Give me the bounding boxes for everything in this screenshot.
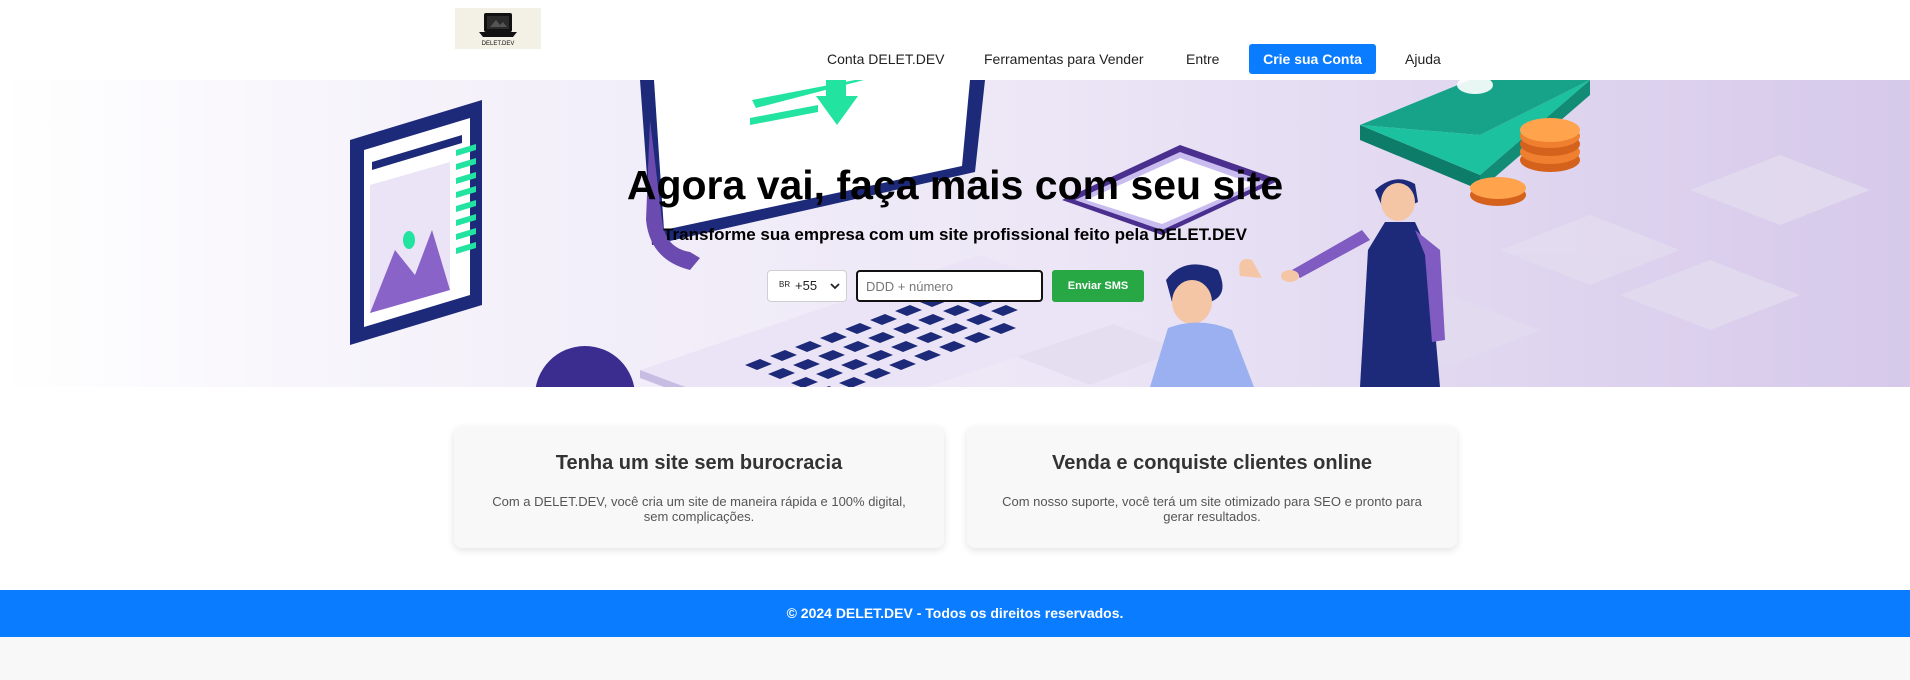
site-footer: © 2024 DELET.DEV - Todos os direitos res… [0,590,1910,637]
copyright-text: © 2024 DELET.DEV - Todos os direitos res… [786,605,1124,621]
dial-code-value: +55 [795,278,818,293]
nav-ajuda-link[interactable]: Ajuda [1405,44,1441,74]
nav-entre-link[interactable]: Entre [1186,44,1219,74]
laptop-logo-icon: DELET.DEV [479,13,517,47]
phone-number-input[interactable] [856,270,1043,302]
country-code-select[interactable]: BR +55 [767,270,847,302]
feature-title: Venda e conquiste clientes online [1051,452,1373,474]
hero-banner: Agora vai, faça mais com seu site Transf… [0,80,1910,387]
main-nav: Conta DELET.DEV Ferramentas para Vender … [0,44,1910,74]
document-card-icon [350,100,482,345]
feature-text: Com nosso suporte, você terá um site oti… [1002,494,1422,524]
nav-conta-link[interactable]: Conta DELET.DEV [827,44,945,74]
hero-title: Agora vai, faça mais com seu site [626,162,1284,208]
send-sms-button[interactable]: Enviar SMS [1052,270,1144,302]
features-section: Tenha um site sem burocracia Com a DELET… [0,387,1910,590]
feature-card: Tenha um site sem burocracia Com a DELET… [454,427,944,548]
create-account-button[interactable]: Crie sua Conta [1249,44,1376,74]
person-presenting-icon [1281,179,1445,387]
logo[interactable]: DELET.DEV [455,8,541,49]
site-header: DELET.DEV Conta DELET.DEV Ferramentas pa… [0,0,1910,80]
hero-subtitle: Transforme sua empresa com um site profi… [663,225,1247,244]
person-seated-icon [1150,259,1262,387]
nav-ferramentas-link[interactable]: Ferramentas para Vender [984,44,1144,74]
feature-text: Com a DELET.DEV, você cria um site de ma… [492,494,906,524]
feature-card: Venda e conquiste clientes online Com no… [967,427,1457,548]
country-flag-code: BR [779,280,791,289]
globe-icon [535,346,635,387]
chevron-down-icon [830,283,840,290]
feature-title: Tenha um site sem burocracia [555,452,843,474]
